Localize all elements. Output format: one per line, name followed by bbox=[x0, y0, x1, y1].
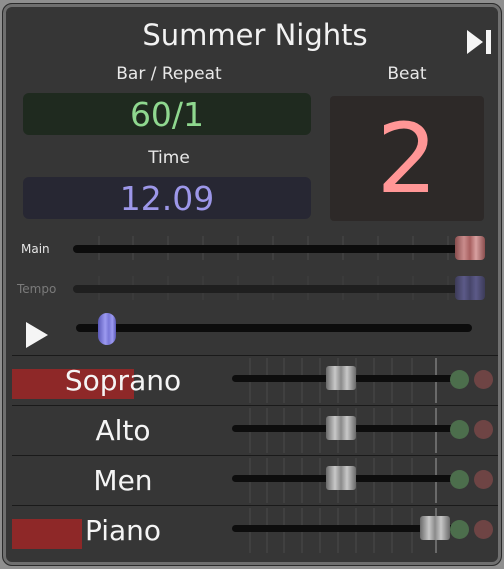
tempo-slider-track[interactable] bbox=[73, 285, 483, 293]
part-name[interactable]: Soprano bbox=[12, 356, 234, 405]
tempo-slider-label: Tempo bbox=[17, 282, 57, 296]
song-title: Summer Nights bbox=[142, 18, 368, 52]
mute-button[interactable] bbox=[474, 370, 493, 389]
beat-value: 2 bbox=[330, 96, 484, 221]
play-icon[interactable] bbox=[23, 321, 51, 349]
part-volume-knob[interactable] bbox=[326, 366, 356, 390]
tempo-slider-knob[interactable] bbox=[455, 276, 485, 300]
player-panel: Summer Nights Bar / Repeat 60/1 Time 12.… bbox=[2, 3, 502, 566]
solo-button[interactable] bbox=[450, 370, 469, 389]
bar-repeat-value: 60/1 bbox=[23, 93, 311, 135]
bar-repeat-label: Bar / Repeat bbox=[116, 64, 222, 84]
part-row-piano: Piano bbox=[12, 505, 498, 555]
time-value: 12.09 bbox=[23, 177, 311, 219]
part-row-alto: Alto bbox=[12, 405, 498, 455]
part-volume-knob[interactable] bbox=[420, 516, 450, 540]
time-label: Time bbox=[148, 148, 190, 168]
position-slider-knob[interactable] bbox=[98, 313, 116, 345]
part-volume-knob[interactable] bbox=[326, 466, 356, 490]
mute-button[interactable] bbox=[474, 420, 493, 439]
mute-button[interactable] bbox=[474, 520, 493, 539]
mute-button[interactable] bbox=[474, 470, 493, 489]
part-name[interactable]: Men bbox=[12, 456, 234, 505]
part-volume-knob[interactable] bbox=[326, 416, 356, 440]
beat-label: Beat bbox=[387, 64, 427, 84]
main-slider-track[interactable] bbox=[73, 245, 483, 253]
part-name[interactable]: Alto bbox=[12, 406, 234, 455]
solo-button[interactable] bbox=[450, 470, 469, 489]
main-slider-label: Main bbox=[21, 242, 50, 256]
solo-button[interactable] bbox=[450, 420, 469, 439]
skip-forward-icon[interactable] bbox=[465, 28, 495, 56]
main-slider-knob[interactable] bbox=[455, 236, 485, 260]
part-name[interactable]: Piano bbox=[12, 506, 234, 555]
solo-button[interactable] bbox=[450, 520, 469, 539]
part-row-soprano: Soprano bbox=[12, 355, 498, 405]
position-slider-track[interactable] bbox=[76, 324, 472, 332]
part-row-men: Men bbox=[12, 455, 498, 505]
